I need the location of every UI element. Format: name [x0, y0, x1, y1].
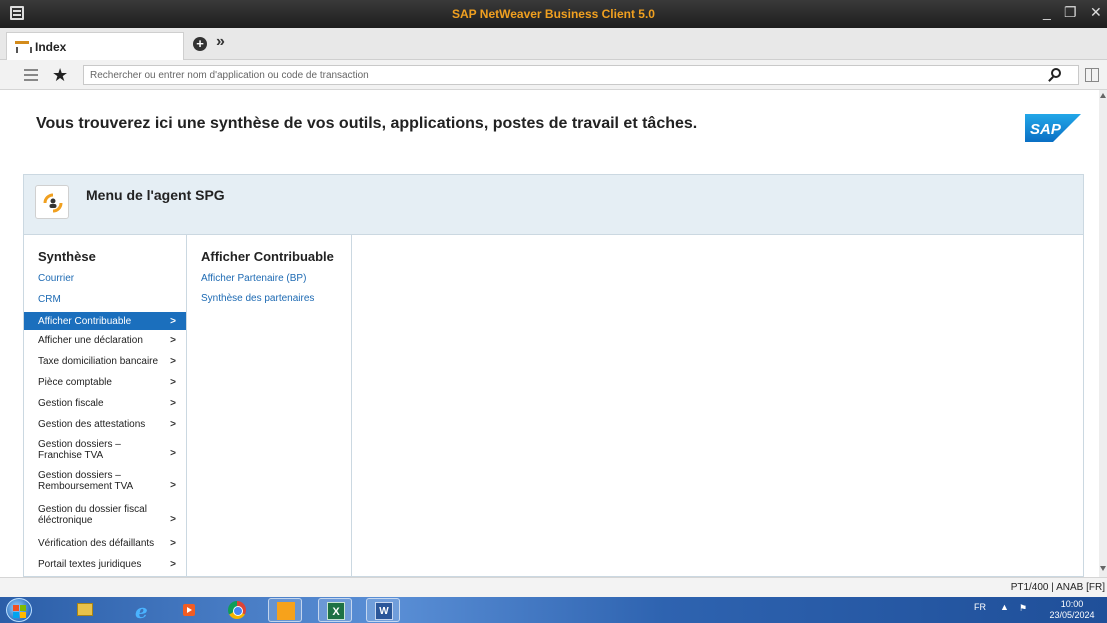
link-crm[interactable]: CRM: [38, 294, 61, 305]
nav-item-label: Gestion des attestations: [38, 419, 146, 430]
chevron-right-icon: >: [170, 377, 176, 388]
tab-bar: Index: [0, 28, 1107, 60]
nav-item-label: Pièce comptable: [38, 377, 112, 388]
system-status: PT1/400 | ANAB [FR]: [1010, 582, 1105, 593]
title-bar: SAP NetWeaver Business Client 5.0 _ ❐ ✕: [0, 0, 1107, 28]
excel-icon: X: [327, 602, 345, 620]
tab-index[interactable]: Index: [6, 32, 184, 60]
nav-item-taxe-domiciliation[interactable]: Taxe domiciliation bancaire >: [24, 356, 186, 367]
chevron-right-icon: >: [170, 559, 176, 570]
tab-label: Index: [35, 40, 67, 54]
nav-item-label: Gestion dossiers – Franchise TVA: [38, 439, 121, 461]
synthese-column: Synthèse Courrier CRM Afficher Contribua…: [24, 235, 187, 577]
nav-item-franchise-tva[interactable]: Gestion dossiers – Franchise TVA >: [24, 439, 186, 461]
nav-item-portail-textes[interactable]: Portail textes juridiques >: [24, 559, 186, 570]
afficher-contribuable-column: Afficher Contribuable Afficher Partenair…: [187, 235, 352, 577]
status-bar: PT1/400 | ANAB [FR]: [0, 577, 1107, 597]
search-icon[interactable]: [1051, 68, 1061, 78]
afficher-contribuable-title: Afficher Contribuable: [201, 249, 334, 264]
taskbar-internet-explorer[interactable]: e: [126, 598, 160, 623]
link-afficher-partenaire[interactable]: Afficher Partenaire (BP): [201, 273, 306, 284]
chevron-right-icon: >: [170, 398, 176, 409]
menu-icon[interactable]: [24, 69, 38, 81]
chevron-right-icon: >: [170, 480, 176, 491]
side-panel-icon[interactable]: [1085, 68, 1099, 82]
chevron-right-icon: >: [170, 538, 176, 549]
nav-item-label: Afficher Contribuable: [38, 316, 132, 327]
chevron-right-icon: >: [170, 514, 176, 525]
agent-menu-header: Menu de l'agent SPG: [23, 174, 1084, 235]
nav-item-piece-comptable[interactable]: Pièce comptable >: [24, 377, 186, 388]
nav-item-label: Gestion du dossier fiscal éléctronique: [38, 504, 147, 526]
system-clock[interactable]: 10:00 23/05/2024: [1042, 599, 1102, 621]
sap-logo-text: SAP: [1030, 121, 1062, 138]
start-button[interactable]: [6, 598, 32, 622]
clock-date: 23/05/2024: [1049, 610, 1095, 620]
vertical-scrollbar[interactable]: [1099, 90, 1107, 577]
folder-icon: [77, 603, 93, 616]
nav-item-label: Afficher une déclaration: [38, 335, 143, 346]
media-player-icon: [183, 604, 195, 616]
taskbar-chrome[interactable]: [220, 598, 254, 622]
taskbar-sap[interactable]: [268, 598, 302, 622]
taskbar-excel[interactable]: X: [318, 598, 352, 622]
scroll-down-icon[interactable]: [1100, 566, 1106, 571]
restore-icon[interactable]: ❐: [1064, 4, 1077, 21]
search-input[interactable]: [83, 65, 1079, 85]
nav-item-afficher-declaration[interactable]: Afficher une déclaration >: [24, 335, 186, 346]
new-tab-icon[interactable]: +: [193, 37, 207, 51]
sap-app-icon: [277, 602, 295, 620]
nav-item-label: Portail textes juridiques: [38, 559, 142, 570]
star-icon[interactable]: ★: [52, 65, 68, 86]
minimize-icon[interactable]: _: [1043, 4, 1051, 20]
internet-explorer-icon: e: [135, 599, 148, 623]
synthese-title: Synthèse: [38, 249, 96, 264]
nav-item-gestion-fiscale[interactable]: Gestion fiscale >: [24, 398, 186, 409]
page-title: Vous trouverez ici une synthèse de vos o…: [36, 115, 698, 132]
close-icon[interactable]: ✕: [1090, 4, 1102, 21]
toolbar: ★: [0, 60, 1107, 90]
taskbar-word[interactable]: W: [366, 598, 400, 622]
chrome-icon: [228, 601, 246, 619]
main-content: Vous trouverez ici une synthèse de vos o…: [0, 90, 1099, 577]
windows-taskbar: e X W FR ▲ ⚑ 10:00 23/05/2024: [0, 597, 1107, 623]
link-courrier[interactable]: Courrier: [38, 273, 74, 284]
chevron-right-icon: >: [170, 316, 176, 327]
agent-menu-title: Menu de l'agent SPG: [86, 187, 225, 203]
chevron-right-icon: >: [170, 335, 176, 346]
nav-item-label: Gestion dossiers – Remboursement TVA: [38, 470, 134, 492]
chevron-right-icon: >: [170, 448, 176, 459]
nav-item-remboursement-tva[interactable]: Gestion dossiers – Remboursement TVA >: [24, 470, 186, 492]
tray-expand-icon[interactable]: ▲: [1000, 602, 1009, 612]
language-indicator[interactable]: FR: [974, 602, 986, 612]
link-synthese-partenaires[interactable]: Synthèse des partenaires: [201, 293, 314, 304]
taskbar-media-player[interactable]: [172, 598, 206, 622]
nav-item-label: Taxe domiciliation bancaire: [38, 356, 159, 367]
nav-item-afficher-contribuable[interactable]: Afficher Contribuable >: [24, 312, 186, 330]
index-icon: [15, 41, 32, 53]
sap-logo: SAP: [1025, 114, 1081, 142]
nav-item-label: Gestion fiscale: [38, 398, 104, 409]
agent-menu-body: Synthèse Courrier CRM Afficher Contribua…: [23, 235, 1084, 577]
double-chevron-right-icon[interactable]: »: [216, 33, 225, 51]
agent-icon: [35, 185, 69, 219]
chevron-right-icon: >: [170, 419, 176, 430]
taskbar-explorer[interactable]: [68, 598, 102, 622]
window-title: SAP NetWeaver Business Client 5.0: [452, 7, 655, 21]
nav-item-label: Vérification des défaillants: [38, 538, 155, 549]
scroll-up-icon[interactable]: [1100, 93, 1106, 98]
action-center-flag-icon[interactable]: ⚑: [1019, 603, 1027, 614]
clock-time: 10:00: [1060, 599, 1084, 609]
word-icon: W: [375, 602, 393, 620]
chevron-right-icon: >: [170, 356, 176, 367]
nav-item-verification-defaillants[interactable]: Vérification des défaillants >: [24, 538, 186, 549]
nav-item-gestion-attestations[interactable]: Gestion des attestations >: [24, 419, 186, 430]
nav-item-dossier-fiscal[interactable]: Gestion du dossier fiscal éléctronique >: [24, 504, 186, 526]
